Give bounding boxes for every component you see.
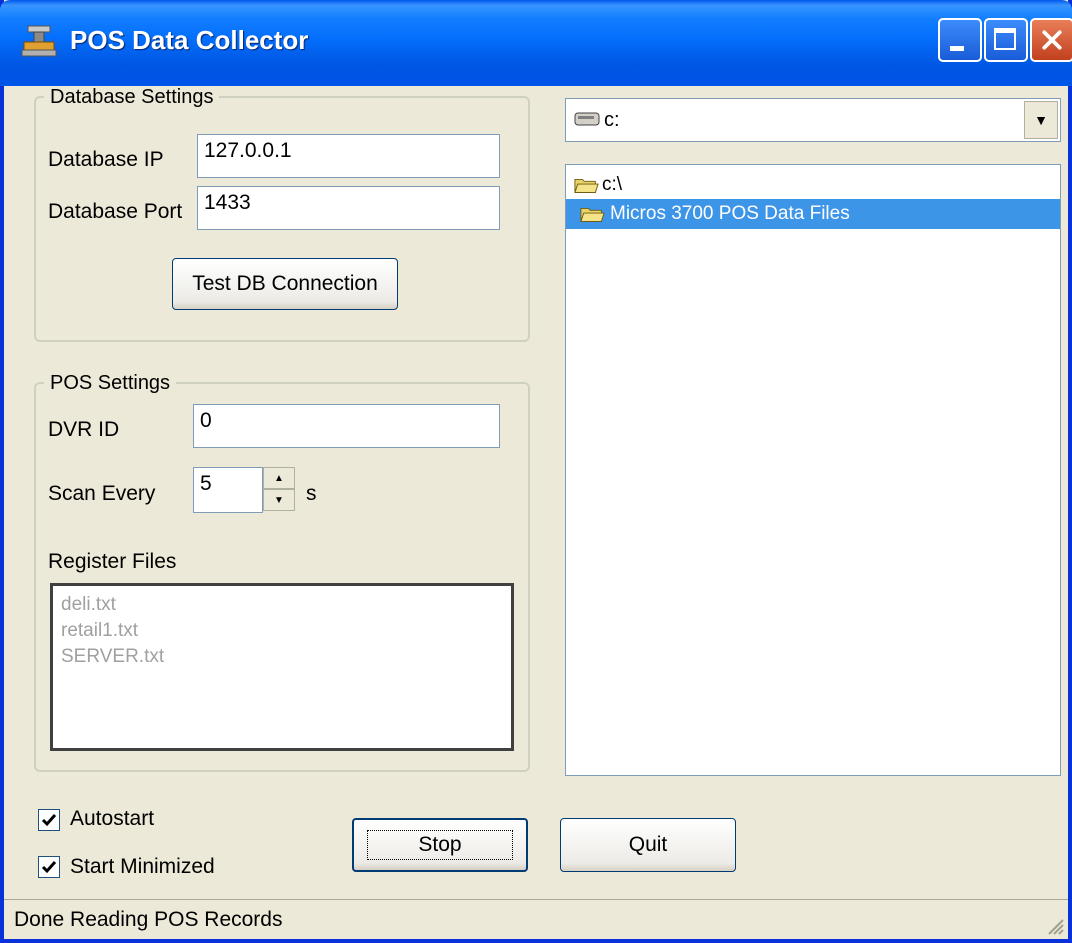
tree-item-root[interactable]: c:\ bbox=[566, 171, 1060, 199]
status-text: Done Reading POS Records bbox=[14, 908, 283, 931]
chevron-down-icon: ▼ bbox=[1034, 112, 1048, 128]
autostart-checkbox[interactable] bbox=[38, 809, 60, 831]
spin-up-icon[interactable]: ▲ bbox=[263, 467, 295, 489]
dropdown-button[interactable]: ▼ bbox=[1024, 101, 1058, 139]
window-title: POS Data Collector bbox=[70, 25, 309, 55]
maximize-button[interactable] bbox=[984, 18, 1028, 62]
scan-unit-label: s bbox=[306, 482, 317, 505]
scan-interval-field[interactable]: 5 bbox=[193, 467, 263, 513]
start-minimized-label: Start Minimized bbox=[70, 855, 215, 878]
database-port-label: Database Port bbox=[48, 200, 183, 223]
list-item[interactable]: SERVER.txt bbox=[53, 644, 511, 670]
stop-button[interactable]: Stop bbox=[352, 818, 528, 872]
resize-grip-icon[interactable] bbox=[1044, 915, 1064, 935]
list-item[interactable]: retail1.txt bbox=[53, 618, 511, 644]
minimize-icon bbox=[950, 46, 964, 51]
scan-every-label: Scan Every bbox=[48, 482, 156, 505]
spin-down-icon[interactable]: ▼ bbox=[263, 489, 295, 511]
start-minimized-checkbox[interactable] bbox=[38, 856, 60, 878]
directory-tree[interactable]: c:\ Micros 3700 POS Data Files bbox=[565, 164, 1061, 776]
dvr-id-label: DVR ID bbox=[48, 418, 120, 441]
database-ip-field[interactable]: 127.0.0.1 bbox=[197, 134, 500, 178]
title-bar[interactable]: POS Data Collector bbox=[0, 0, 1072, 86]
status-bar: Done Reading POS Records bbox=[4, 899, 1068, 939]
close-button[interactable] bbox=[1030, 18, 1072, 62]
quit-button[interactable]: Quit bbox=[560, 818, 736, 872]
pos-settings-label: POS Settings bbox=[44, 372, 177, 395]
drive-select[interactable]: c: ▼ bbox=[565, 98, 1061, 142]
open-folder-icon bbox=[580, 207, 605, 222]
drive-icon bbox=[574, 112, 600, 126]
register-files-list[interactable]: deli.txt retail1.txt SERVER.txt bbox=[50, 583, 514, 751]
main-window: POS Data Collector Database Settings Dat… bbox=[0, 0, 1072, 943]
tree-item-label: c:\ bbox=[602, 174, 623, 195]
app-icon bbox=[21, 25, 57, 57]
test-db-connection-button[interactable]: Test DB Connection bbox=[172, 258, 398, 310]
list-item[interactable]: deli.txt bbox=[53, 592, 511, 618]
register-files-label: Register Files bbox=[48, 550, 177, 573]
drive-value: c: bbox=[604, 109, 620, 131]
tree-item-label: Micros 3700 POS Data Files bbox=[610, 203, 850, 224]
open-folder-icon bbox=[574, 178, 599, 193]
scan-interval-spinner[interactable]: ▲ ▼ bbox=[263, 467, 295, 511]
check-icon bbox=[41, 861, 57, 874]
maximize-icon bbox=[994, 28, 1016, 50]
autostart-label: Autostart bbox=[70, 807, 155, 830]
database-settings-label: Database Settings bbox=[44, 86, 220, 109]
minimize-button[interactable] bbox=[938, 18, 982, 62]
database-ip-label: Database IP bbox=[48, 148, 164, 171]
check-icon bbox=[41, 814, 57, 827]
stop-label: Stop bbox=[367, 830, 513, 860]
dvr-id-field[interactable]: 0 bbox=[193, 404, 500, 448]
tree-item-selected[interactable]: Micros 3700 POS Data Files bbox=[566, 199, 1060, 229]
close-icon bbox=[1042, 30, 1062, 50]
database-port-field[interactable]: 1433 bbox=[197, 186, 500, 230]
